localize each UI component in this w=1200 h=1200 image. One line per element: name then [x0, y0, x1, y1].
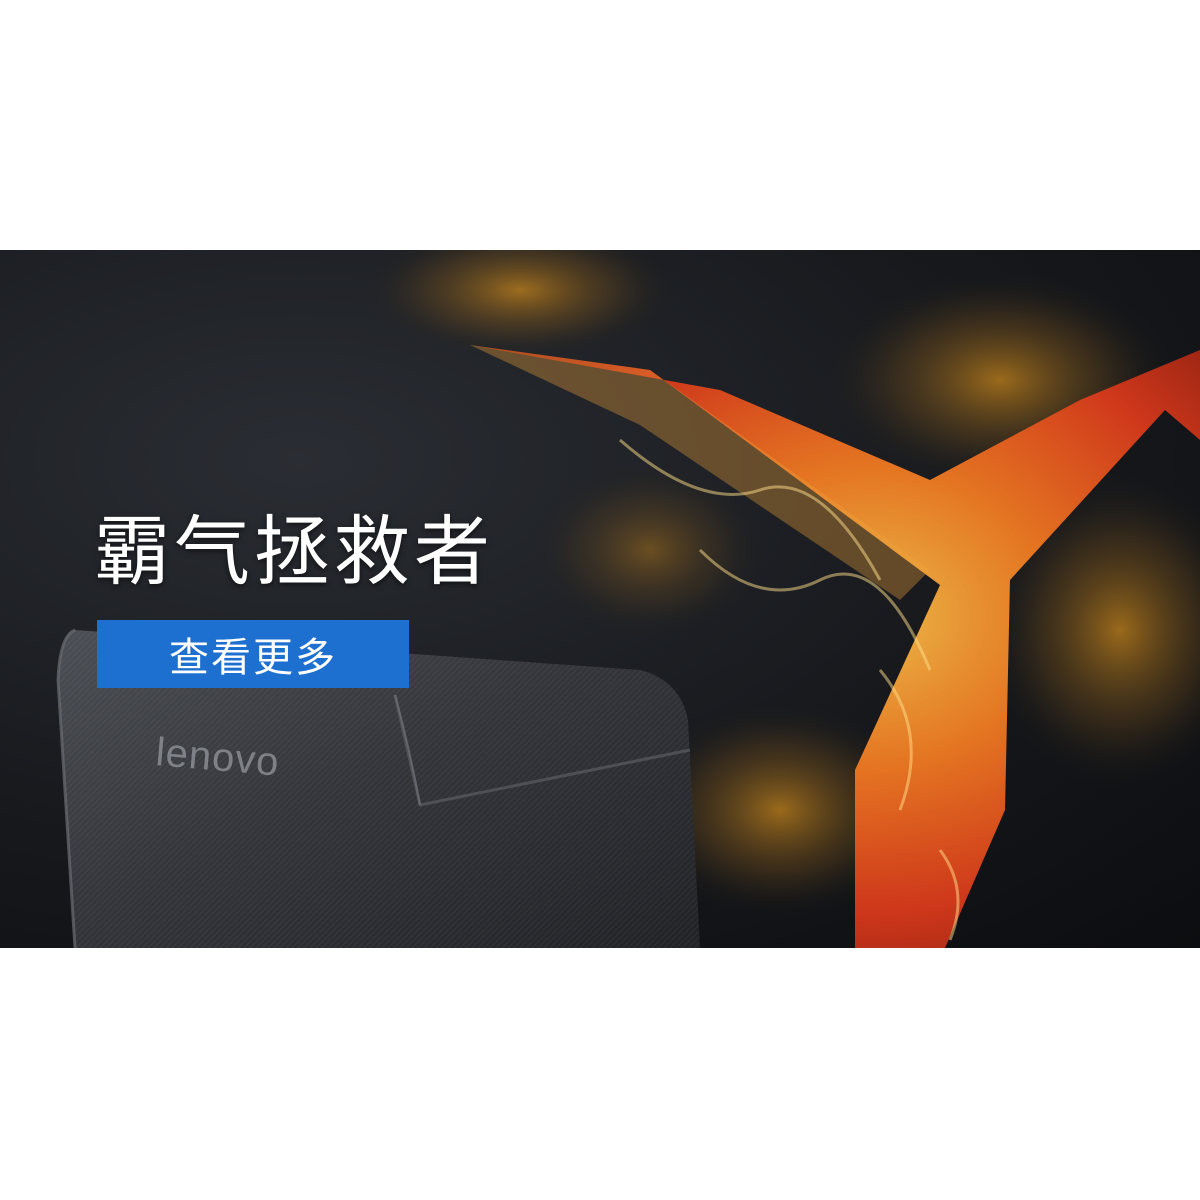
- headline: 霸气拯救者: [94, 507, 494, 596]
- promo-banner[interactable]: 霸气拯救者 查看更多 lenovo: [0, 250, 1200, 948]
- view-more-button[interactable]: 查看更多: [97, 620, 409, 688]
